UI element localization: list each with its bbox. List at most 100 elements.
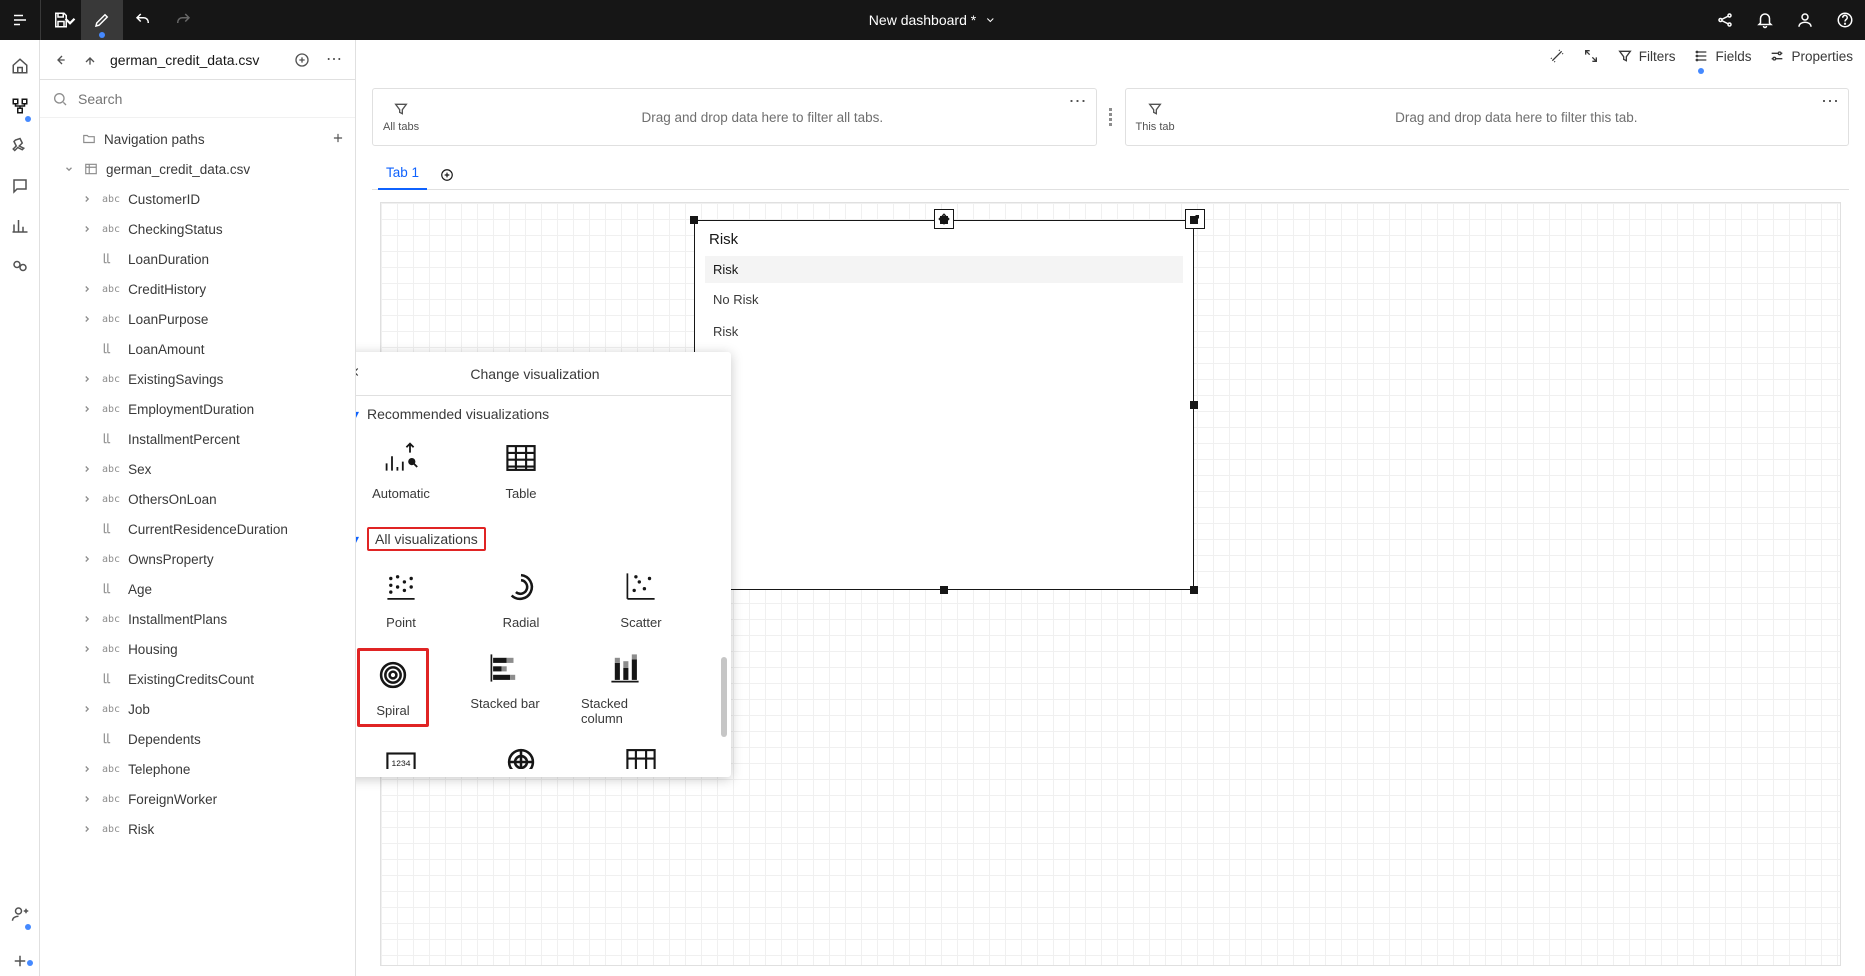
save-button[interactable] <box>41 0 81 40</box>
add-nav-path-button[interactable] <box>331 131 345 148</box>
dashboard-title[interactable]: New dashboard * <box>869 12 996 28</box>
viz-stacked-bar[interactable]: Stacked bar <box>461 648 549 727</box>
drop-zone-menu[interactable]: ⋯ <box>1069 91 1088 112</box>
collapse-icon[interactable] <box>62 162 76 176</box>
add-button[interactable] <box>0 946 40 976</box>
scrollbar-thumb[interactable] <box>721 657 727 737</box>
viz-automatic[interactable]: Automatic <box>357 438 445 501</box>
viz-sunburst[interactable] <box>477 745 565 769</box>
field-item[interactable]: abcInstallmentPlans <box>40 604 355 634</box>
fields-toolbar-button[interactable]: Fields <box>1693 48 1751 64</box>
help-button[interactable] <box>1825 0 1865 40</box>
resize-handle[interactable] <box>1190 586 1198 594</box>
viz-crosstab[interactable] <box>597 745 685 769</box>
field-item[interactable]: abcRisk <box>40 814 355 844</box>
field-item[interactable]: abcCreditHistory <box>40 274 355 304</box>
add-person-button[interactable] <box>0 894 40 934</box>
add-tab-button[interactable] <box>433 161 461 189</box>
resize-handle[interactable] <box>940 216 948 224</box>
field-item[interactable]: abcCustomerID <box>40 184 355 214</box>
resize-handle[interactable] <box>1109 88 1113 146</box>
back-button[interactable] <box>50 52 70 68</box>
notifications-button[interactable] <box>1745 0 1785 40</box>
field-item[interactable]: abcCheckingStatus <box>40 214 355 244</box>
field-item[interactable]: abcTelephone <box>40 754 355 784</box>
expand-icon[interactable] <box>80 222 94 236</box>
navigation-paths-node[interactable]: Navigation paths <box>40 124 355 154</box>
field-item[interactable]: abcHousing <box>40 634 355 664</box>
resize-handle[interactable] <box>1190 401 1198 409</box>
field-item[interactable]: abcExistingSavings <box>40 364 355 394</box>
tab-1[interactable]: Tab 1 <box>372 155 433 189</box>
expand-icon[interactable] <box>80 792 94 806</box>
comments-button[interactable] <box>0 166 40 206</box>
field-item[interactable]: Dependents <box>40 724 355 754</box>
expand-icon[interactable] <box>80 402 94 416</box>
drop-hint-text: Drag and drop data here to filter all ta… <box>429 110 1095 125</box>
expand-icon[interactable] <box>80 822 94 836</box>
viz-scatter[interactable]: Scatter <box>597 567 685 630</box>
viz-spiral[interactable]: Spiral <box>357 648 429 727</box>
home-button[interactable] <box>0 46 40 86</box>
expand-icon[interactable] <box>80 642 94 656</box>
search-field[interactable] <box>40 80 355 118</box>
resize-handle[interactable] <box>940 586 948 594</box>
field-item[interactable]: abcOthersOnLoan <box>40 484 355 514</box>
expand-icon[interactable] <box>80 762 94 776</box>
field-item[interactable]: InstallmentPercent <box>40 424 355 454</box>
add-data-button[interactable] <box>291 49 313 71</box>
assistant-button[interactable] <box>0 246 40 286</box>
data-tree-button[interactable] <box>0 86 40 126</box>
expand-icon[interactable] <box>80 192 94 206</box>
field-item[interactable]: Age <box>40 574 355 604</box>
resize-handle[interactable] <box>690 216 698 224</box>
drop-zone-menu[interactable]: ⋯ <box>1821 91 1840 112</box>
properties-toolbar-button[interactable]: Properties <box>1769 48 1853 64</box>
pins-button[interactable] <box>0 126 40 166</box>
risk-widget[interactable]: Risk Risk No Risk Risk <box>694 220 1194 590</box>
field-item[interactable]: LoanAmount <box>40 334 355 364</box>
expand-icon[interactable] <box>80 462 94 476</box>
filters-toolbar-button[interactable]: Filters <box>1617 48 1676 64</box>
expand-icon[interactable] <box>80 282 94 296</box>
expand-icon[interactable] <box>80 372 94 386</box>
expand-icon[interactable] <box>80 492 94 506</box>
viz-point[interactable]: Point <box>357 567 445 630</box>
viz-table[interactable]: Table <box>477 438 565 501</box>
field-item[interactable]: abcEmploymentDuration <box>40 394 355 424</box>
field-item[interactable]: abcJob <box>40 694 355 724</box>
recommended-section-header[interactable]: ▾ Recommended visualizations <box>356 396 731 428</box>
expand-button[interactable] <box>1583 48 1599 64</box>
field-item[interactable]: abcSex <box>40 454 355 484</box>
magic-button[interactable] <box>1549 48 1565 64</box>
all-tabs-drop-zone[interactable]: All tabs Drag and drop data here to filt… <box>372 88 1097 146</box>
data-source-node[interactable]: german_credit_data.csv <box>40 154 355 184</box>
field-item[interactable]: LoanDuration <box>40 244 355 274</box>
this-tab-drop-zone[interactable]: This tab Drag and drop data here to filt… <box>1125 88 1850 146</box>
all-viz-section-header[interactable]: ▾ All visualizations <box>356 517 731 557</box>
resize-handle[interactable] <box>1190 216 1198 224</box>
field-item[interactable]: CurrentResidenceDuration <box>40 514 355 544</box>
expand-icon[interactable] <box>80 612 94 626</box>
undo-button[interactable] <box>123 0 163 40</box>
redo-button[interactable] <box>163 0 203 40</box>
more-button[interactable]: ⋯ <box>323 49 345 71</box>
field-item[interactable]: abcLoanPurpose <box>40 304 355 334</box>
field-item[interactable]: ExistingCreditsCount <box>40 664 355 694</box>
viz-summary[interactable]: 1234 <box>357 745 445 769</box>
app-menu-button[interactable] <box>0 0 40 40</box>
share-button[interactable] <box>1705 0 1745 40</box>
expand-icon[interactable] <box>80 702 94 716</box>
field-item[interactable]: abcOwnsProperty <box>40 544 355 574</box>
search-input[interactable] <box>78 91 343 107</box>
up-button[interactable] <box>80 52 100 68</box>
user-button[interactable] <box>1785 0 1825 40</box>
expand-icon[interactable] <box>80 312 94 326</box>
charts-button[interactable] <box>0 206 40 246</box>
viz-stacked-column[interactable]: Stacked column <box>581 648 669 727</box>
back-button[interactable] <box>356 365 363 382</box>
expand-icon[interactable] <box>80 552 94 566</box>
viz-radial[interactable]: Radial <box>477 567 565 630</box>
edit-mode-button[interactable] <box>82 0 122 40</box>
field-item[interactable]: abcForeignWorker <box>40 784 355 814</box>
